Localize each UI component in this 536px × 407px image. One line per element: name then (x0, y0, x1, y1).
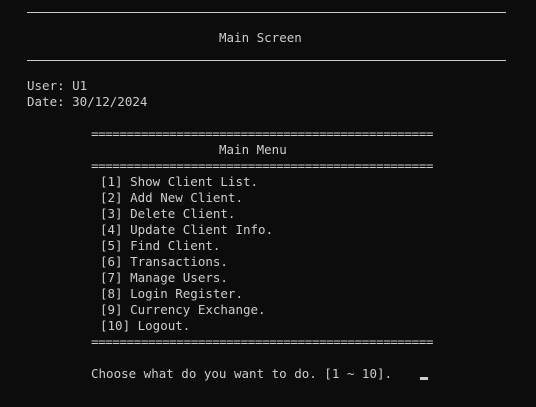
title-rule (27, 60, 506, 61)
menu-item-find-client: [5] Find Client. (100, 238, 221, 253)
menu-item-update-client-info: [4] Update Client Info. (100, 222, 274, 237)
top-rule (27, 12, 506, 13)
menu-item-manage-users: [7] Manage Users. (100, 270, 228, 285)
menu-item-currency-exchange: [9] Currency Exchange. (100, 302, 266, 317)
text-cursor[interactable] (420, 377, 428, 380)
choice-prompt: Choose what do you want to do. [1 ~ 10]. (91, 366, 393, 381)
menu-separator-top: ========================================… (91, 126, 434, 141)
current-user: User: U1 (27, 78, 88, 93)
menu-item-logout: [10] Logout. (100, 318, 191, 333)
current-date: Date: 30/12/2024 (27, 94, 148, 109)
menu-separator-mid: ========================================… (91, 158, 434, 173)
menu-item-delete-client: [3] Delete Client. (100, 206, 236, 221)
menu-item-login-register: [8] Login Register. (100, 286, 243, 301)
menu-separator-bottom: ========================================… (91, 334, 434, 349)
menu-item-transactions: [6] Transactions. (100, 254, 228, 269)
menu-title: Main Menu (219, 142, 287, 157)
screen-title: Main Screen (219, 30, 302, 45)
menu-item-show-client-list: [1] Show Client List. (100, 174, 259, 189)
menu-item-add-new-client: [2] Add New Client. (100, 190, 243, 205)
